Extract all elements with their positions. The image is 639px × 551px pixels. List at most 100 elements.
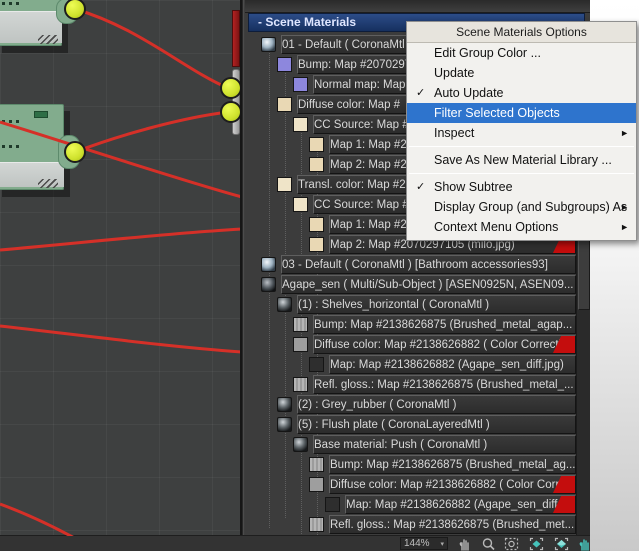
pan-to-selected-icon[interactable] [578, 537, 593, 551]
material-swatch-icon [309, 217, 324, 232]
material-swatch-icon [261, 277, 276, 292]
wire[interactable] [0, 227, 240, 252]
table-row[interactable]: Diffuse color: Map #2138626882 ( Color C… [307, 475, 576, 494]
wire[interactable] [74, 110, 229, 154]
table-row[interactable]: 03 - Default ( CoronaMtl ) [Bathroom acc… [259, 255, 576, 274]
submenu-arrow-icon: ► [620, 222, 629, 232]
tree-row-label: CC Source: Map # [314, 118, 409, 131]
material-swatch-icon [325, 497, 340, 512]
rollout-top-strip [245, 0, 590, 13]
table-row[interactable]: (2) : Grey_rubber ( CoronaMtl ) [275, 395, 576, 414]
tree-row-label: Map 1: Map #2 [330, 138, 407, 151]
tree-row-label: Refl. gloss.: Map #2138626875 (Brushed_m… [314, 378, 574, 391]
menu-item-show-subtree[interactable]: ✓ Show Subtree [407, 177, 636, 197]
menu-item-filter-selected-objects[interactable]: Filter Selected Objects [407, 103, 636, 123]
pan-hand-icon[interactable] [458, 537, 473, 551]
material-swatch-icon [277, 57, 292, 72]
submenu-arrow-icon: ► [620, 202, 629, 212]
table-row[interactable]: Base material: Push ( CoronaMtl ) [291, 435, 576, 454]
table-row[interactable]: Refl. gloss.: Map #2138626875 (Brushed_m… [291, 375, 576, 394]
table-row[interactable]: Map: Map #2138626882 (Agape_sen_diff.jpg… [307, 355, 576, 374]
material-swatch-icon [309, 517, 324, 532]
material-swatch-icon [309, 137, 324, 152]
menu-separator [409, 173, 634, 174]
tree-row-label: Agape_sen ( Multi/Sub-Object ) [ASEN0925… [282, 278, 574, 291]
partial-node-input-socket-1[interactable] [220, 77, 240, 99]
checkmark-icon: ✓ [416, 87, 426, 99]
menu-item-display-group-and-subgroups-as[interactable]: Display Group (and Subgroups) As ► [407, 197, 636, 217]
wire[interactable] [0, 502, 80, 536]
context-menu-title: Scene Materials Options [407, 22, 636, 43]
tree-row-label: Diffuse color: Map #2138626882 ( Color C… [314, 338, 571, 351]
statusbar: 144% ▾ [0, 535, 590, 551]
table-row[interactable]: Bump: Map #2138626875 (Brushed_metal_aga… [291, 315, 576, 334]
table-row[interactable]: Map: Map #2138626882 (Agape_sen_diff.j..… [323, 495, 576, 514]
partial-node-input-socket-2[interactable] [220, 101, 240, 123]
table-row[interactable]: Diffuse color: Map #2138626882 ( Color C… [291, 335, 576, 354]
menu-item-context-menu-options[interactable]: Context Menu Options ► [407, 217, 636, 237]
tree-row-label: Transl. color: Map #2 [298, 178, 406, 191]
menu-item-update[interactable]: Update [407, 63, 636, 83]
zoom-level-dropdown[interactable]: 144% ▾ [400, 537, 448, 550]
menu-item-save-as-new-material-library[interactable]: Save As New Material Library ... [407, 150, 636, 170]
material-swatch-icon [293, 317, 308, 332]
material-swatch-icon [309, 477, 324, 492]
material-swatch-icon [309, 457, 324, 472]
zoom-extents-selected-icon[interactable] [554, 537, 569, 551]
tree-row-label: CC Source: Map # [314, 198, 409, 211]
menu-item-inspect[interactable]: Inspect ► [407, 123, 636, 143]
table-row[interactable]: Bump: Map #2138626875 (Brushed_metal_ag.… [307, 455, 576, 474]
wire[interactable] [74, 7, 229, 90]
material-swatch-icon [293, 197, 308, 212]
zoom-region-icon[interactable] [504, 537, 519, 551]
material-swatch-icon [277, 397, 292, 412]
chevron-down-icon: ▾ [440, 540, 444, 548]
material-swatch-icon [261, 37, 276, 52]
wire[interactable] [0, 324, 240, 354]
tree-row-label: (1) : Shelves_horizontal ( CoronaMtl ) [298, 298, 490, 311]
node2-output-socket[interactable] [64, 141, 86, 163]
table-row[interactable]: Refl. gloss.: Map #2138626875 (Brushed_m… [307, 515, 576, 534]
tree-row-label: Base material: Push ( CoronaMtl ) [314, 438, 488, 451]
tree-row-label: Bump: Map #2138626875 (Brushed_metal_ag.… [330, 458, 576, 471]
tree-row-label: Diffuse color: Map #2138626882 ( Color C… [330, 478, 569, 491]
menu-item-edit-group-color[interactable]: Edit Group Color ... [407, 43, 636, 63]
tree-row-label: (2) : Grey_rubber ( CoronaMtl ) [298, 398, 457, 411]
material-swatch-icon [277, 97, 292, 112]
scene-materials-options-menu: Scene Materials Options Edit Group Color… [406, 21, 637, 241]
tree-row-label: Map 1: Map #2 [330, 218, 407, 231]
checkmark-icon: ✓ [416, 181, 426, 193]
table-row[interactable]: (1) : Shelves_horizontal ( CoronaMtl ) [275, 295, 576, 314]
wire[interactable] [0, 120, 240, 198]
menu-item-label: Filter Selected Objects [434, 106, 560, 120]
zoom-tool-icon[interactable] [481, 537, 496, 551]
tree-row-label: Bump: Map #2070297 [298, 58, 412, 71]
material-swatch-icon [277, 297, 292, 312]
material-swatch-icon [309, 157, 324, 172]
submenu-arrow-icon: ► [620, 128, 629, 138]
menu-item-label: Context Menu Options [434, 220, 559, 234]
menu-item-label: Show Subtree [434, 180, 513, 194]
tree-row-label: 01 - Default ( CoronaMtl [282, 38, 405, 51]
tree-row-label: Map: Map #2138626882 (Agape_sen_diff.j..… [346, 498, 573, 511]
tree-row-label: Bump: Map #2138626875 (Brushed_metal_aga… [314, 318, 573, 331]
material-swatch-icon [261, 257, 276, 272]
material-swatch-icon [293, 117, 308, 132]
zoom-level-value: 144% [404, 538, 430, 549]
material-swatch-icon [277, 177, 292, 192]
material-swatch-icon [277, 417, 292, 432]
material-swatch-icon [293, 437, 308, 452]
menu-item-label: Inspect [434, 126, 475, 140]
zoom-extents-icon[interactable] [529, 537, 544, 551]
menu-item-auto-update[interactable]: ✓ Auto Update [407, 83, 636, 103]
material-swatch-icon [293, 377, 308, 392]
table-row[interactable]: Agape_sen ( Multi/Sub-Object ) [ASEN0925… [259, 275, 576, 294]
node-graph-view[interactable] [0, 0, 240, 536]
table-row[interactable]: (5) : Flush plate ( CoronaLayeredMtl ) [275, 415, 576, 434]
menu-item-label: Auto Update [434, 86, 504, 100]
menu-item-label: Update [434, 66, 475, 80]
material-swatch-icon [309, 357, 324, 372]
tree-row-label: Normal map: Map [314, 78, 406, 91]
material-swatch-icon [293, 337, 308, 352]
tree-row-label: Map: Map #2138626882 (Agape_sen_diff.jpg… [330, 358, 564, 371]
